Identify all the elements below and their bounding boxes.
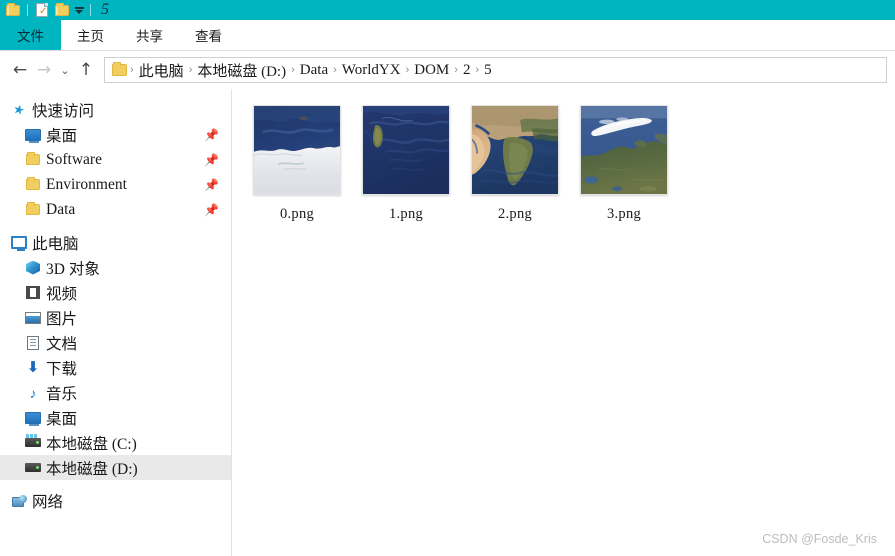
monitor-icon — [22, 128, 44, 143]
breadcrumb-item-this-pc[interactable]: 此电脑 — [135, 60, 188, 81]
file-name: 2.png — [497, 206, 533, 222]
breadcrumb-item-data[interactable]: Data — [296, 62, 332, 79]
address-bar: ← → ⌄ ↑ › 此电脑 › 本地磁盘 (D:) › Data › World… — [0, 51, 895, 89]
file-item[interactable]: 2.png — [470, 105, 560, 223]
sidebar-label: Data — [46, 200, 76, 218]
back-button[interactable]: ← — [8, 57, 32, 83]
sidebar-item-local-disk-d[interactable]: 本地磁盘 (D:) — [0, 455, 231, 480]
ribbon-tabs: 文件 主页 共享 查看 — [0, 20, 895, 51]
breadcrumb-folder-icon — [112, 62, 127, 76]
sidebar-item-this-pc[interactable]: 此电脑 — [0, 230, 231, 255]
breadcrumb-item-dom[interactable]: DOM — [410, 62, 453, 79]
sidebar-label: 此电脑 — [32, 235, 79, 253]
folder-icon — [22, 202, 44, 215]
sidebar-label: 音乐 — [46, 385, 78, 403]
breadcrumb-item-local-disk-d[interactable]: 本地磁盘 (D:) — [193, 60, 290, 81]
sidebar-item-documents[interactable]: 文档 — [0, 330, 231, 355]
qat-folder-icon[interactable] — [3, 0, 23, 20]
pin-icon[interactable]: 📌 — [204, 153, 219, 167]
network-icon — [8, 494, 30, 507]
pin-icon[interactable]: 📌 — [204, 203, 219, 217]
file-explorer-window: ✓ 5 文件 主页 共享 查看 ← → ⌄ ↑ › 此电脑 › 本地磁盘 (D:… — [0, 0, 895, 556]
sidebar-item-videos[interactable]: 视频 — [0, 280, 231, 305]
breadcrumb[interactable]: › 此电脑 › 本地磁盘 (D:) › Data › WorldYX › DOM… — [104, 57, 887, 83]
navigation-pane[interactable]: ★ 快速访问 桌面 📌 Software 📌 Environment 📌 Dat… — [0, 89, 232, 556]
sidebar-label: 网络 — [32, 493, 64, 511]
file-name: 1.png — [388, 206, 424, 222]
sidebar-item-pictures[interactable]: 图片 — [0, 305, 231, 330]
sidebar-section-gap — [0, 480, 231, 488]
music-icon: ♪ — [29, 384, 37, 401]
sidebar-item-local-disk-c[interactable]: 本地磁盘 (C:) — [0, 430, 231, 455]
system-drive-icon — [22, 434, 44, 447]
sidebar-item-desktop-qa[interactable]: 桌面 📌 — [0, 122, 231, 147]
file-thumbnail-2[interactable] — [471, 105, 559, 195]
tab-view[interactable]: 查看 — [179, 20, 238, 50]
file-name: 0.png — [279, 206, 315, 222]
forward-button[interactable]: → — [32, 57, 56, 83]
sidebar-label: 快速访问 — [32, 102, 95, 120]
sidebar-label: 文档 — [46, 335, 78, 353]
computer-icon — [8, 236, 30, 251]
sidebar-item-environment[interactable]: Environment 📌 — [0, 172, 231, 197]
file-thumbnail-3[interactable] — [580, 105, 668, 195]
sidebar-label: Environment — [46, 175, 127, 193]
qat-separator — [27, 4, 28, 16]
sidebar-label: 本地磁盘 (D:) — [46, 460, 138, 478]
file-tiles: 0.png 1.png 2.png 3.png — [252, 105, 895, 223]
folder-icon — [22, 152, 44, 165]
recent-locations-button[interactable]: ⌄ — [56, 57, 74, 83]
sidebar-item-3d-objects[interactable]: 3D 对象 — [0, 255, 231, 280]
download-icon: ⬇ — [26, 358, 40, 376]
folder-icon — [22, 177, 44, 190]
file-name: 3.png — [606, 206, 642, 222]
sidebar-section-gap — [0, 222, 231, 230]
sidebar-item-network[interactable]: 网络 — [0, 488, 231, 513]
star-pin-icon: ★ — [11, 100, 27, 118]
tab-share[interactable]: 共享 — [120, 20, 179, 50]
qat-dropdown-icon[interactable] — [72, 0, 86, 20]
qat-folder-icon-2[interactable] — [52, 0, 72, 20]
sidebar-label: 图片 — [46, 310, 78, 328]
breadcrumb-item-worldyx[interactable]: WorldYX — [338, 62, 405, 79]
monitor-icon — [22, 411, 44, 426]
pin-icon[interactable]: 📌 — [204, 178, 219, 192]
sidebar-label: 桌面 — [46, 410, 78, 428]
cube-icon — [22, 260, 44, 275]
sidebar-label: 本地磁盘 (C:) — [46, 435, 137, 453]
sidebar-label: 下载 — [46, 360, 78, 378]
video-icon — [22, 286, 44, 299]
sidebar-label: Software — [46, 150, 102, 168]
sidebar-item-data[interactable]: Data 📌 — [0, 197, 231, 222]
document-icon — [22, 335, 44, 350]
tab-file[interactable]: 文件 — [0, 20, 61, 50]
window-body: ★ 快速访问 桌面 📌 Software 📌 Environment 📌 Dat… — [0, 89, 895, 556]
pictures-icon — [22, 311, 44, 324]
drive-icon — [22, 463, 44, 472]
sidebar-item-desktop[interactable]: 桌面 — [0, 405, 231, 430]
sidebar-label: 视频 — [46, 285, 78, 303]
watermark: CSDN @Fosde_Kris — [762, 532, 877, 546]
tab-home[interactable]: 主页 — [61, 20, 120, 50]
file-item[interactable]: 1.png — [361, 105, 451, 223]
titlebar-separator — [90, 4, 91, 16]
sidebar-item-downloads[interactable]: ⬇ 下载 — [0, 355, 231, 380]
sidebar-item-music[interactable]: ♪ 音乐 — [0, 380, 231, 405]
breadcrumb-item-5[interactable]: 5 — [480, 62, 496, 79]
file-item[interactable]: 0.png — [252, 105, 342, 223]
title-bar: ✓ 5 — [0, 0, 895, 20]
file-thumbnail-0[interactable] — [253, 105, 341, 195]
sidebar-item-software[interactable]: Software 📌 — [0, 147, 231, 172]
sidebar-label: 桌面 — [46, 127, 78, 145]
qat-document-check-icon[interactable]: ✓ — [32, 0, 52, 20]
file-list-pane[interactable]: 0.png 1.png 2.png 3.png CSDN @Fosde_Kris — [232, 89, 895, 556]
up-button[interactable]: ↑ — [74, 57, 98, 83]
file-item[interactable]: 3.png — [579, 105, 669, 223]
window-title: 5 — [101, 1, 109, 18]
breadcrumb-item-2[interactable]: 2 — [459, 62, 475, 79]
file-thumbnail-1[interactable] — [362, 105, 450, 195]
pin-icon[interactable]: 📌 — [204, 128, 219, 142]
sidebar-item-quick-access[interactable]: ★ 快速访问 — [0, 97, 231, 122]
sidebar-label: 3D 对象 — [46, 260, 100, 278]
